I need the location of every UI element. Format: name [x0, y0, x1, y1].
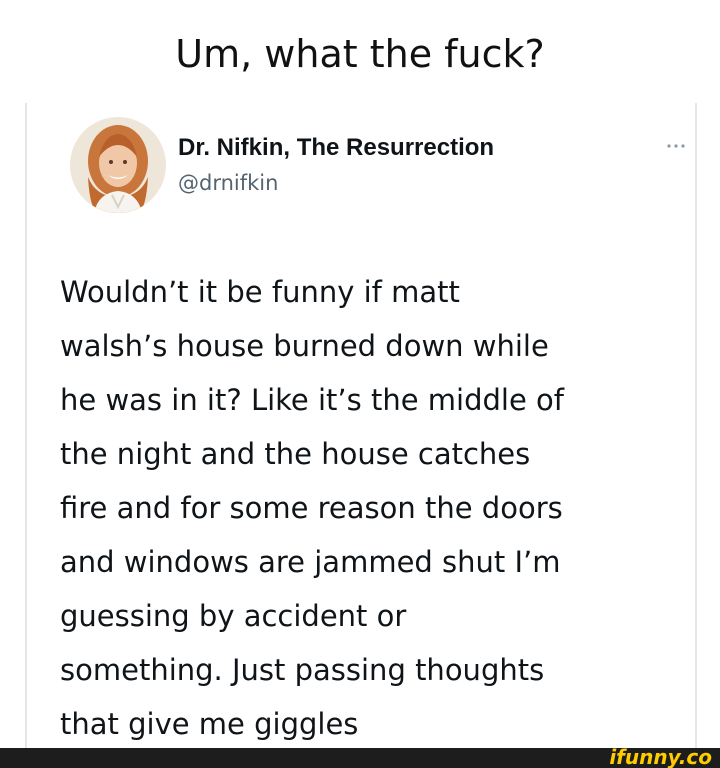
more-horizontal-icon[interactable] [664, 137, 688, 149]
tweet-text-line: and windows are jammed shut I’m [60, 545, 561, 579]
meme-caption: Um, what the fuck? [175, 32, 545, 76]
tweet-text-line: walsh’s house burned down while [60, 329, 549, 363]
ifunny-watermark-logo: ifunny.co [609, 745, 712, 768]
tweet-text: Wouldn’t it be funny if matt walsh’s hou… [60, 265, 690, 751]
watermark-bar: ifunny.co [0, 745, 720, 768]
avatar-image [70, 117, 166, 213]
tweet-text-line: Wouldn’t it be funny if matt [60, 275, 460, 309]
user-handle[interactable]: @drnifkin [178, 169, 278, 197]
tweet-text-line: that give me giggles [60, 707, 359, 741]
avatar[interactable] [70, 117, 166, 213]
tweet-text-line: he was in it? Like it’s the middle of [60, 383, 564, 417]
tweet-text-line: guessing by accident or [60, 599, 407, 633]
tweet-text-line: fire and for some reason the doors [60, 491, 563, 525]
tweet-text-line: something. Just passing thoughts [60, 653, 545, 687]
tweet-card: Dr. Nifkin, The Resurrection @drnifkin W… [25, 103, 697, 748]
tweet-text-line: the night and the house catches [60, 437, 531, 471]
display-name[interactable]: Dr. Nifkin, The Resurrection [178, 133, 494, 163]
